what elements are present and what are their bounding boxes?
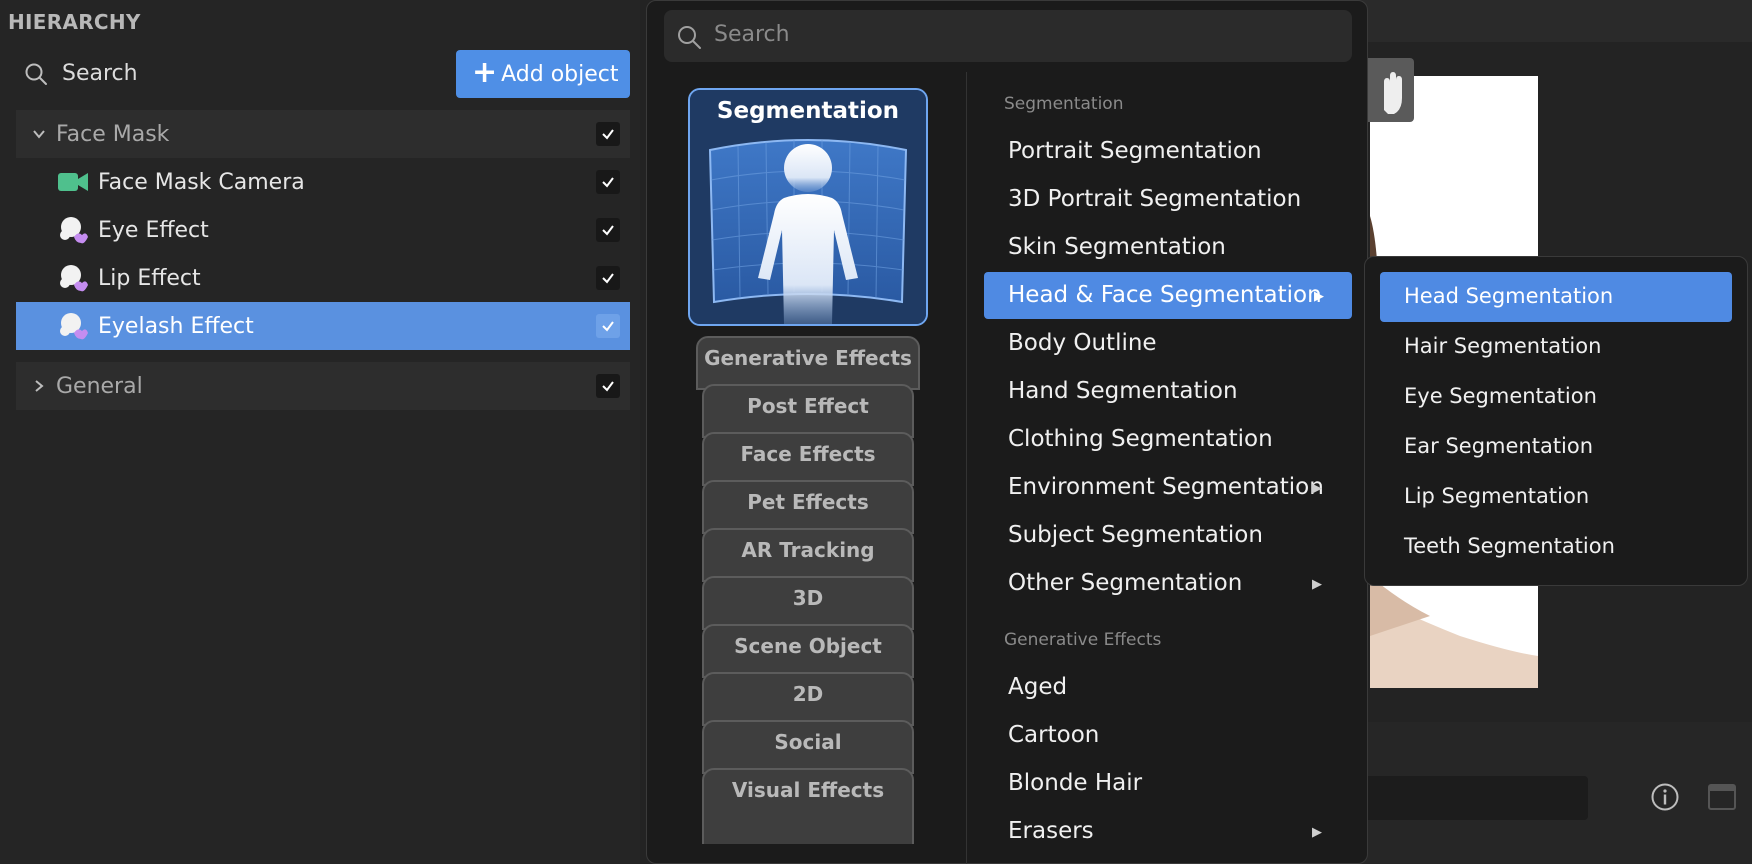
menu-item-erasers[interactable]: Erasers [1008, 818, 1094, 844]
menu-item-aged[interactable]: Aged [1008, 674, 1067, 700]
category-tab-3d[interactable]: 3D [702, 576, 914, 630]
add-object-button[interactable]: + Add object [456, 50, 630, 98]
popup-divider [966, 72, 967, 864]
visibility-checkbox[interactable] [596, 218, 620, 242]
tree-row-eye-effect[interactable]: Eye Effect [16, 206, 630, 254]
section-heading-generative-effects: Generative Effects [1004, 630, 1162, 650]
menu-item-body-outline[interactable]: Body Outline [1008, 330, 1157, 356]
check-icon [602, 321, 614, 332]
tree-row-label: Eyelash Effect [98, 313, 254, 339]
submenu-item-eye-segmentation[interactable]: Eye Segmentation [1404, 384, 1597, 408]
tree-row-face-mask[interactable]: Face Mask [16, 110, 630, 158]
submenu-item-hair-segmentation[interactable]: Hair Segmentation [1404, 334, 1601, 358]
search-icon[interactable] [24, 62, 48, 86]
category-card-title: Segmentation [716, 98, 900, 124]
visibility-checkbox[interactable] [596, 170, 620, 194]
chevron-down-icon[interactable] [32, 127, 46, 141]
category-tab-face-effects[interactable]: Face Effects [702, 432, 914, 486]
visibility-checkbox[interactable] [596, 266, 620, 290]
hierarchy-search-input[interactable]: Search [62, 61, 138, 86]
face-effect-icon [60, 265, 88, 292]
panel-toggle-icon[interactable] [1708, 784, 1736, 810]
category-tab-2d[interactable]: 2D [702, 672, 914, 726]
menu-item-head-face-segmentation[interactable]: Head & Face Segmentation [1008, 282, 1322, 308]
menu-item-skin-segmentation[interactable]: Skin Segmentation [1008, 234, 1226, 260]
tree-row-label: Lip Effect [98, 265, 201, 291]
tree-row-label: Face Mask Camera [98, 169, 305, 195]
menu-item-environment-segmentation[interactable]: Environment Segmentation [1008, 474, 1324, 500]
triangle-right-icon: ▶ [1312, 481, 1322, 496]
category-tab-ar-tracking[interactable]: AR Tracking [702, 528, 914, 582]
hierarchy-title: HIERARCHY [8, 10, 141, 34]
category-tab-social[interactable]: Social [702, 720, 914, 774]
submenu-item-ear-segmentation[interactable]: Ear Segmentation [1404, 434, 1593, 458]
triangle-right-icon: ▶ [1314, 289, 1324, 304]
add-object-label: Add object [501, 61, 619, 87]
submenu-item-head-segmentation[interactable]: Head Segmentation [1404, 284, 1613, 308]
tree-row-label: General [56, 373, 143, 399]
check-icon [602, 177, 614, 188]
chevron-right-icon[interactable] [32, 379, 46, 393]
face-effect-icon [60, 217, 88, 244]
face-effect-icon [60, 313, 88, 340]
menu-item-other-segmentation[interactable]: Other Segmentation [1008, 570, 1242, 596]
submenu-item-lip-segmentation[interactable]: Lip Segmentation [1404, 484, 1589, 508]
tree-row-face-mask-camera[interactable]: Face Mask Camera [16, 158, 630, 206]
info-icon[interactable] [1650, 782, 1680, 812]
tree-row-eyelash-effect[interactable]: Eyelash Effect [16, 302, 630, 350]
tree-row-lip-effect[interactable]: Lip Effect [16, 254, 630, 302]
popup-search-placeholder: Search [714, 22, 790, 47]
camera-icon [58, 173, 88, 191]
check-icon [602, 225, 614, 236]
search-icon [678, 26, 701, 49]
section-heading-segmentation: Segmentation [1004, 94, 1124, 114]
triangle-right-icon: ▶ [1312, 825, 1322, 840]
plus-icon: + [472, 54, 498, 90]
category-tab-post-effect[interactable]: Post Effect [702, 384, 914, 438]
visibility-checkbox[interactable] [596, 374, 620, 398]
segmentation-illustration [690, 90, 926, 324]
category-tab-generative-effects[interactable]: Generative Effects [696, 336, 920, 390]
submenu-item-teeth-segmentation[interactable]: Teeth Segmentation [1404, 534, 1615, 558]
tree-row-general[interactable]: General [16, 362, 630, 410]
check-icon [602, 129, 614, 140]
menu-item-3d-portrait-segmentation[interactable]: 3D Portrait Segmentation [1008, 186, 1301, 212]
check-icon [602, 381, 614, 392]
category-tab-visual-effects[interactable]: Visual Effects [702, 768, 914, 844]
menu-item-cartoon[interactable]: Cartoon [1008, 722, 1099, 748]
scene-toolbar [1360, 0, 1752, 42]
category-tab-pet-effects[interactable]: Pet Effects [702, 480, 914, 534]
menu-item-hand-segmentation[interactable]: Hand Segmentation [1008, 378, 1238, 404]
visibility-checkbox[interactable] [596, 122, 620, 146]
tree-row-label: Face Mask [56, 121, 170, 147]
category-tab-scene-object[interactable]: Scene Object [702, 624, 914, 678]
tree-row-label: Eye Effect [98, 217, 209, 243]
menu-item-subject-segmentation[interactable]: Subject Segmentation [1008, 522, 1263, 548]
category-tab-stack: Generative Effects Post Effect Face Effe… [690, 336, 926, 844]
menu-item-portrait-segmentation[interactable]: Portrait Segmentation [1008, 138, 1262, 164]
visibility-checkbox[interactable] [596, 314, 620, 338]
property-input[interactable] [1364, 776, 1588, 820]
check-icon [602, 273, 614, 284]
menu-item-clothing-segmentation[interactable]: Clothing Segmentation [1008, 426, 1273, 452]
menu-item-blonde-hair[interactable]: Blonde Hair [1008, 770, 1142, 796]
triangle-right-icon: ▶ [1312, 577, 1322, 592]
